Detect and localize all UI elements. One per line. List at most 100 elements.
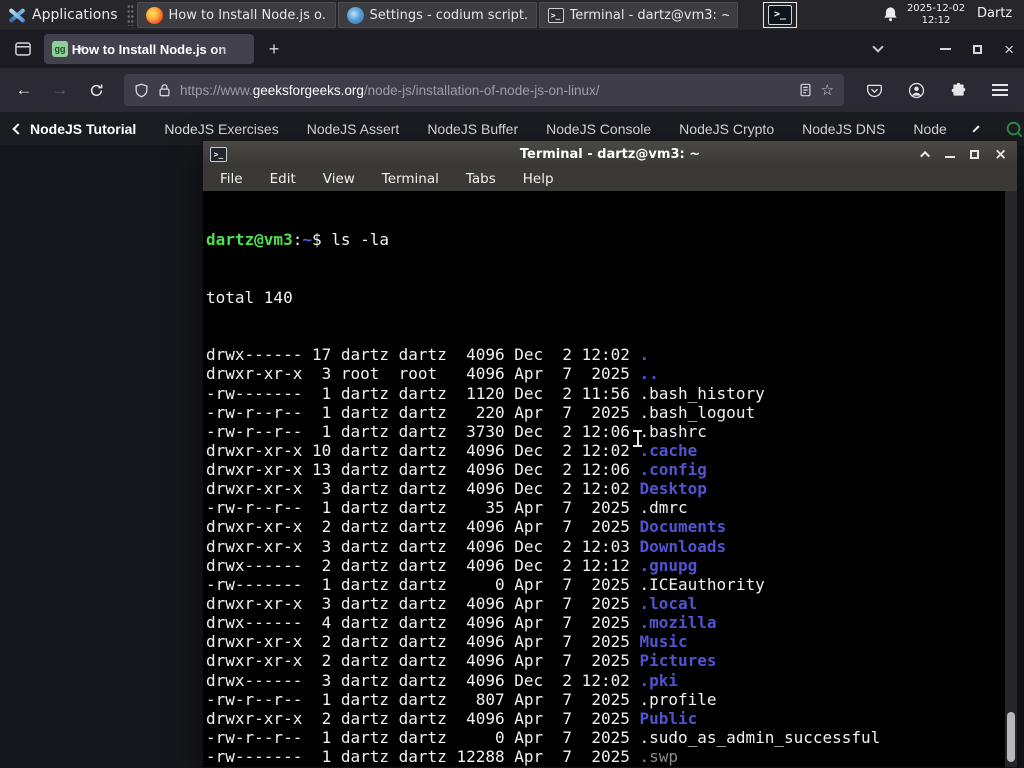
- new-tab-button[interactable]: +: [260, 35, 288, 63]
- terminal-menubar: File Edit View Terminal Tabs Help: [203, 167, 1017, 191]
- subnav-item[interactable]: NodeJS Exercises: [164, 121, 278, 137]
- extensions-puzzle-icon[interactable]: [942, 74, 974, 106]
- listing-line: -rw-r--r-- 1 dartz dartz 807 Apr 7 2025 …: [206, 689, 717, 709]
- file-listing: drwx------ 17 dartz dartz 4096 Dec 2 12:…: [206, 345, 1003, 767]
- panel-separator: [126, 4, 134, 26]
- subnav-item[interactable]: Node: [913, 121, 946, 137]
- directory-name: ..: [639, 364, 659, 384]
- toolbar-right-icons: [858, 74, 1016, 106]
- subnav-items: NodeJS Exercises NodeJS Assert NodeJS Buff…: [164, 121, 947, 137]
- chevron-left-icon: [12, 123, 24, 135]
- file-name: .swp: [639, 747, 679, 767]
- file-name: .bash_history: [639, 383, 765, 403]
- directory-name: .gnupg: [639, 555, 698, 575]
- directory-name: Music: [639, 632, 688, 652]
- directory-name: .: [639, 345, 650, 365]
- notification-bell-icon[interactable]: [882, 6, 899, 23]
- listing-line: -rw-r--r-- 1 dartz dartz 0 Apr 7 2025 .s…: [206, 728, 881, 748]
- listing-line: drwxr-xr-x 10 dartz dartz 4096 Dec 2 12:…: [206, 440, 698, 460]
- terminal-scrollbar[interactable]: [1005, 191, 1017, 767]
- firefox-view-icon[interactable]: [8, 35, 38, 63]
- file-name: .bash_logout: [639, 402, 756, 422]
- listing-line: -rw-r--r-- 1 dartz dartz 35 Apr 7 2025 .…: [206, 498, 688, 518]
- terminal-menu-terminal[interactable]: Terminal: [382, 171, 439, 187]
- list-all-tabs-icon[interactable]: [872, 41, 884, 53]
- tab-bar: gg How to Install Node.js on × + ×: [0, 30, 1024, 68]
- terminal-menu-tabs[interactable]: Tabs: [466, 171, 496, 187]
- subnav-item[interactable]: NodeJS DNS: [802, 121, 885, 137]
- back-button[interactable]: ←: [8, 74, 40, 106]
- directory-name: Templates: [639, 766, 726, 767]
- directory-name: Desktop: [639, 479, 707, 499]
- terminal-menu-edit[interactable]: Edit: [270, 171, 296, 187]
- window-close-icon[interactable]: ×: [1004, 41, 1014, 58]
- url-bar[interactable]: https://www.geeksforgeeks.org/node-js/in…: [124, 74, 844, 106]
- file-name: .bashrc: [639, 421, 707, 441]
- listing-line: drwxr-xr-x 2 dartz dartz 4096 Apr 7 2025…: [206, 632, 688, 652]
- url-text: https://www.geeksforgeeks.org/node-js/in…: [180, 82, 600, 98]
- applications-menu-button[interactable]: Applications: [0, 0, 127, 30]
- subnav-item[interactable]: NodeJS Buffer: [427, 121, 518, 137]
- tracking-shield-icon[interactable]: [134, 83, 149, 98]
- panel-window-button[interactable]: Settings - codium script...: [337, 2, 537, 28]
- lock-icon[interactable]: [158, 83, 171, 97]
- listing-line: drwx------ 17 dartz dartz 4096 Dec 2 12:…: [206, 345, 650, 365]
- window-button-list: How to Install Node.js o... Settings - co…: [136, 0, 738, 30]
- window-button-label: How to Install Node.js o...: [168, 7, 327, 23]
- terminal-menu-help[interactable]: Help: [523, 171, 554, 187]
- panel-window-button[interactable]: >_ Terminal - dartz@vm3: ~: [538, 2, 738, 28]
- listing-line: drwx------ 4 dartz dartz 4096 Apr 7 2025…: [206, 613, 717, 633]
- subnav-back-item[interactable]: NodeJS Tutorial: [12, 121, 136, 137]
- subnav-item[interactable]: NodeJS Assert: [307, 121, 400, 137]
- panel-clock[interactable]: 2025-12-02 12:12: [903, 3, 969, 27]
- terminal-output[interactable]: dartz@vm3:~$ ls -la total 140 drwx------…: [203, 191, 1017, 767]
- chevron-right-icon[interactable]: [972, 125, 980, 133]
- clock-time: 12:12: [921, 15, 951, 26]
- desktop: Applications How to Install Node.js o...…: [0, 0, 1024, 768]
- hamburger-menu-icon[interactable]: [984, 74, 1016, 106]
- reader-mode-icon[interactable]: [799, 83, 812, 97]
- terminal-minimize-icon[interactable]: [945, 156, 956, 158]
- terminal-menu-view[interactable]: View: [323, 171, 355, 187]
- tab-title: How to Install Node.js on: [71, 41, 227, 57]
- firefox-icon: [145, 6, 163, 24]
- reload-button[interactable]: [80, 74, 112, 106]
- window-maximize-icon[interactable]: [973, 44, 983, 54]
- listing-line: drwx------ 3 dartz dartz 4096 Dec 2 12:0…: [206, 670, 679, 690]
- listing-line: drwxr-xr-x 3 dartz dartz 4096 Dec 2 12:0…: [206, 536, 727, 556]
- vscodium-icon: [346, 6, 364, 24]
- browser-tab[interactable]: gg How to Install Node.js on ×: [44, 34, 254, 64]
- terminal-titlebar[interactable]: >_ Terminal - dartz@vm3: ~ ×: [203, 141, 1017, 167]
- listing-line: -rw------- 1 dartz dartz 1120 Dec 2 11:5…: [206, 383, 765, 403]
- window-button-label: Terminal - dartz@vm3: ~: [569, 7, 729, 23]
- listing-line: drwxr-xr-x 2 dartz dartz 4096 Apr 7 2025…: [206, 517, 727, 537]
- listing-line: drwxr-xr-x 3 dartz dartz 4096 Dec 2 12:0…: [206, 479, 707, 499]
- account-icon[interactable]: [900, 74, 932, 106]
- listing-line: drwxr-xr-x 2 dartz dartz 4096 Apr 7 2025…: [206, 651, 717, 671]
- scrollbar-thumb[interactable]: [1007, 712, 1015, 762]
- directory-name: Public: [639, 708, 698, 728]
- subnav-item[interactable]: NodeJS Crypto: [679, 121, 774, 137]
- terminal-maximize-icon[interactable]: [970, 149, 980, 159]
- file-name: .ICEauthority: [639, 574, 765, 594]
- panel-window-button[interactable]: How to Install Node.js o...: [136, 2, 336, 28]
- terminal-icon: >_: [547, 7, 564, 23]
- listing-line: drwxr-xr-x 13 dartz dartz 4096 Dec 2 12:…: [206, 460, 707, 480]
- forward-button[interactable]: →: [44, 74, 76, 106]
- terminal-title: Terminal - dartz@vm3: ~: [519, 146, 701, 162]
- listing-line: drwxr-xr-x 2 dartz dartz 4096 Apr 7 2025…: [206, 708, 698, 728]
- prompt-line: dartz@vm3:~$ ls -la: [206, 230, 390, 250]
- search-icon[interactable]: [1005, 120, 1024, 139]
- pocket-icon[interactable]: [858, 74, 890, 106]
- window-minimize-icon[interactable]: [940, 48, 952, 50]
- listing-line: drwx------ 2 dartz dartz 4096 Dec 2 12:1…: [206, 555, 698, 575]
- bookmark-star-icon[interactable]: ☆: [821, 81, 834, 99]
- terminal-close-icon[interactable]: ×: [994, 147, 1007, 162]
- tray-terminal-icon[interactable]: >_: [763, 2, 797, 28]
- file-name: .profile: [639, 689, 717, 709]
- subnav-item[interactable]: NodeJS Console: [546, 121, 651, 137]
- directory-name: Downloads: [639, 536, 727, 556]
- total-line: total 140: [206, 287, 293, 307]
- terminal-menu-file[interactable]: File: [220, 171, 243, 187]
- listing-line: -rw-r--r-- 1 dartz dartz 3730 Dec 2 12:0…: [206, 421, 707, 441]
